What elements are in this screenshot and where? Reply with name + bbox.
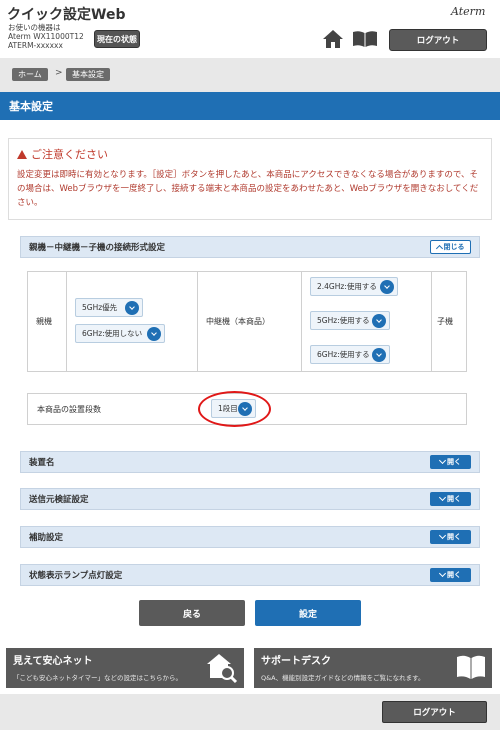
repeater-5ghz-value: 5GHz:使用する [317, 316, 370, 325]
device-info: お使いの機器は Aterm WX11000T12 ATERM-xxxxxx [8, 23, 84, 50]
app-title: クイック設定Web [7, 7, 126, 23]
breadcrumb-home[interactable]: ホーム [12, 68, 48, 81]
parent-5ghz-value: 5GHz優先 [82, 303, 118, 312]
notice-box: ご注意ください 設定変更は即時に有効となります。［設定］ボタンを押したあと、本商… [8, 138, 492, 220]
repeater-6ghz-value: 6GHz:使用する [317, 350, 370, 359]
footer-logout-button[interactable]: ログアウト [382, 701, 487, 723]
breadcrumb-current: 基本設定 [66, 68, 110, 81]
repeater-6ghz-select[interactable]: 6GHz:使用する [310, 345, 390, 364]
chevron-down-icon [125, 301, 139, 315]
open-label: 開く [447, 458, 461, 466]
chevron-up-icon [435, 244, 443, 253]
apply-button[interactable]: 設定 [255, 600, 361, 626]
device-info-line: お使いの機器は [8, 23, 61, 32]
highlight-ring [198, 391, 271, 427]
notice-title: ご注意ください [31, 148, 108, 161]
auxiliary-settings-panel-title: 補助設定 [29, 533, 64, 543]
chevron-down-icon [438, 456, 447, 465]
open-label: 開く [447, 533, 461, 541]
device-name-open-button[interactable]: 開く [430, 455, 471, 469]
breadcrumb-separator: > [55, 68, 63, 78]
chevron-down-icon [147, 327, 161, 341]
house-search-icon [207, 654, 238, 684]
connection-panel-header: 親機－中継機－子機の接続形式設定 閉じる [20, 236, 480, 258]
header: クイック設定Web お使いの機器は Aterm WX11000T12 ATERM… [0, 0, 500, 58]
chevron-down-icon [438, 531, 447, 540]
close-label: 閉じる [443, 243, 465, 251]
device-name-panel-title: 装置名 [29, 458, 55, 468]
parent-settings-cell: 5GHz優先 6GHz:使用しない [66, 271, 198, 372]
device-ssid: ATERM-xxxxxx [8, 41, 63, 50]
repeater-24ghz-select[interactable]: 2.4GHz:使用する [310, 277, 398, 296]
status-lamp-panel-header[interactable]: 状態表示ランプ点灯設定 開く [20, 564, 480, 586]
open-label: 開く [447, 495, 461, 503]
auxiliary-settings-open-button[interactable]: 開く [430, 530, 471, 544]
device-name-panel-header[interactable]: 装置名 開く [20, 451, 480, 473]
device-model: Aterm WX11000T12 [8, 32, 84, 41]
repeater-label: 中継機（本商品） [206, 317, 270, 326]
parent-label: 親機 [36, 317, 52, 326]
warning-icon [17, 149, 27, 159]
parent-6ghz-value: 6GHz:使用しない [82, 329, 143, 338]
repeater-label-cell: 中継機（本商品） [197, 271, 302, 372]
current-status-button[interactable]: 現在の状態 [94, 30, 140, 48]
chevron-down-icon [380, 280, 394, 294]
connection-panel-title: 親機－中継機－子機の接続形式設定 [29, 243, 166, 253]
notice-heading: ご注意ください [17, 146, 483, 162]
auxiliary-settings-panel-header[interactable]: 補助設定 開く [20, 526, 480, 548]
repeater-5ghz-select[interactable]: 5GHz:使用する [310, 311, 390, 330]
notice-body: 設定変更は即時に有効となります。［設定］ボタンを押したあと、本商品にアクセスでき… [17, 170, 479, 208]
support-desk-tile[interactable]: サポートデスク Q&A、機能別設定ガイドなどの情報をご覧になれます。 [254, 648, 492, 688]
source-verification-open-button[interactable]: 開く [430, 492, 471, 506]
child-label-cell: 子機 [431, 271, 467, 372]
chevron-down-icon [438, 569, 447, 578]
home-icon[interactable] [322, 29, 344, 49]
back-button[interactable]: 戻る [139, 600, 245, 626]
chevron-down-icon [372, 314, 386, 328]
chevron-down-icon [438, 493, 447, 502]
safety-net-title: 見えて安心ネット [13, 656, 93, 667]
parent-5ghz-select[interactable]: 5GHz優先 [75, 298, 143, 317]
repeater-settings-cell: 2.4GHz:使用する 5GHz:使用する 6GHz:使用する [301, 271, 432, 372]
installation-stage-label: 本商品の設置段数 [37, 405, 101, 414]
parent-6ghz-select[interactable]: 6GHz:使用しない [75, 324, 165, 343]
book-icon[interactable] [352, 30, 378, 48]
chevron-down-icon [372, 348, 386, 362]
source-verification-panel-header[interactable]: 送信元検証設定 開く [20, 488, 480, 510]
page-title: 基本設定 [0, 92, 500, 120]
open-label: 開く [447, 571, 461, 579]
status-lamp-panel-title: 状態表示ランプ点灯設定 [29, 571, 123, 581]
parent-label-cell: 親機 [27, 271, 67, 372]
safety-net-tile[interactable]: 見えて安心ネット 「こども安心ネットタイマー」などの設定はこちらから。 [6, 648, 244, 688]
aterm-logo: Aterm [451, 5, 486, 18]
support-desk-description: Q&A、機能別設定ガイドなどの情報をご覧になれます。 [261, 674, 425, 682]
book-icon [457, 655, 485, 679]
status-lamp-open-button[interactable]: 開く [430, 568, 471, 582]
breadcrumb: ホーム > 基本設定 [0, 58, 500, 92]
logout-button[interactable]: ログアウト [389, 29, 487, 51]
connection-panel-close-button[interactable]: 閉じる [430, 240, 471, 254]
repeater-24ghz-value: 2.4GHz:使用する [317, 282, 377, 291]
child-label: 子機 [437, 317, 453, 326]
safety-net-description: 「こども安心ネットタイマー」などの設定はこちらから。 [13, 674, 182, 682]
source-verification-panel-title: 送信元検証設定 [29, 495, 89, 505]
support-desk-title: サポートデスク [261, 656, 331, 667]
